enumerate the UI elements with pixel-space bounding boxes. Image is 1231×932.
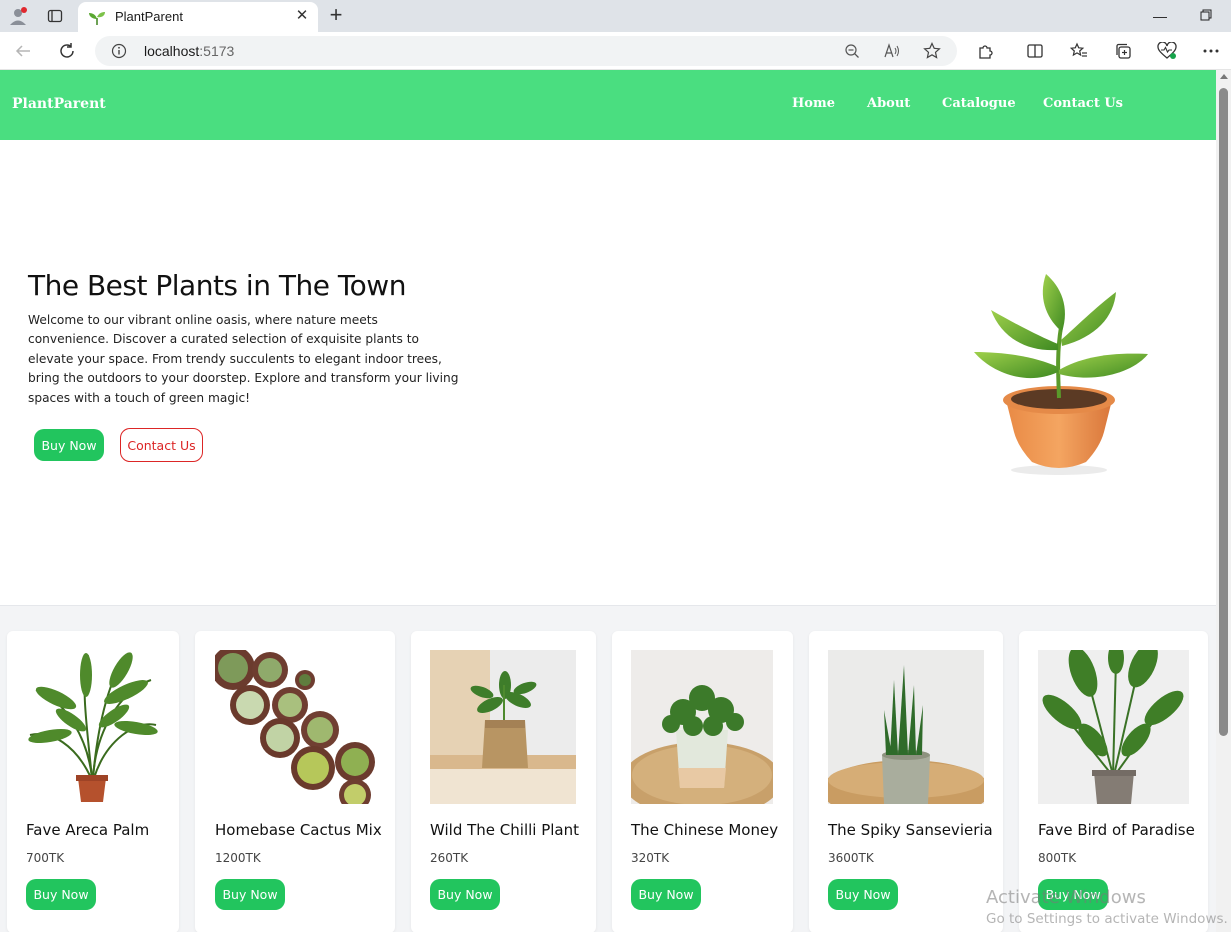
nav-link-contact[interactable]: Contact Us [1043,96,1123,111]
favorites-icon[interactable] [1068,40,1090,62]
address-bar: localhost:5173 [0,32,1231,70]
tab-title: PlantParent [115,9,183,24]
tab-actions-icon[interactable] [43,5,67,27]
collections-icon[interactable] [1112,40,1134,62]
restore-icon[interactable] [1196,6,1216,26]
product-name: Wild The Chilli Plant [430,821,580,839]
url-field[interactable]: localhost:5173 [95,36,957,66]
product-image-areca-palm [26,650,160,804]
product-price: 260TK [430,851,469,865]
product-image-chinese-money [631,650,773,804]
nav-link-catalogue[interactable]: Catalogue [942,96,1016,111]
active-tab[interactable]: PlantParent ✕ [78,2,318,32]
product-name: Homebase Cactus Mix [215,821,382,839]
back-icon[interactable] [12,40,34,62]
refresh-icon[interactable] [56,40,78,62]
product-image-cactus-mix [215,650,375,804]
product-price: 700TK [26,851,65,865]
hero-section: The Best Plants in The Town Welcome to o… [0,140,1216,605]
page-scrollbar[interactable] [1216,70,1231,932]
url-text: localhost:5173 [144,43,234,59]
product-image-bird-of-paradise [1038,650,1189,804]
product-price: 800TK [1038,851,1077,865]
new-tab-icon[interactable]: + [325,4,347,26]
product-list: Fave Areca Palm 700TK Buy Now Homebase C… [0,605,1216,932]
browser-essentials-icon[interactable] [1156,40,1178,62]
activate-windows-title: Activate Windows [986,887,1146,908]
favicon-sprout-icon [88,10,105,25]
product-card: Fave Areca Palm 700TK Buy Now [7,631,179,932]
product-card: The Chinese Money 320TK Buy Now [612,631,793,932]
favorite-star-icon[interactable] [923,42,941,60]
product-name: The Chinese Money [631,821,779,839]
more-icon[interactable] [1200,40,1222,62]
potted-plant-illustration [966,272,1156,477]
minimize-icon[interactable]: — [1150,6,1170,26]
read-aloud-icon[interactable] [883,42,901,60]
page-viewport: PlantParent Home About Catalogue Contact… [0,70,1216,932]
scroll-thumb[interactable] [1219,88,1228,736]
product-name: Fave Bird of Paradise [1038,821,1195,839]
hero-description: Welcome to our vibrant online oasis, whe… [28,313,459,405]
product-card: Homebase Cactus Mix 1200TK Buy Now [195,631,395,932]
product-buy-now-button[interactable]: Buy Now [430,879,500,910]
product-price: 320TK [631,851,670,865]
hero-contact-button[interactable]: Contact Us [120,428,203,462]
hero-title: The Best Plants in The Town [28,269,406,302]
product-card: The Spiky Sansevieria 3600TK Buy Now [809,631,1003,932]
scroll-up-arrow-icon[interactable] [1220,74,1228,79]
product-image-sansevieria [828,650,984,804]
product-buy-now-button[interactable]: Buy Now [828,879,898,910]
activate-windows-subtitle: Go to Settings to activate Windows. [986,911,1228,927]
profile-icon[interactable] [6,5,30,27]
product-card: Wild The Chilli Plant 260TK Buy Now [411,631,596,932]
product-name: The Spiky Sansevieria [828,821,993,839]
url-port: :5173 [199,43,235,59]
zoom-out-icon[interactable] [843,42,861,60]
product-buy-now-button[interactable]: Buy Now [215,879,285,910]
product-price: 3600TK [828,851,874,865]
info-icon[interactable] [111,43,127,59]
nav-link-about[interactable]: About [867,96,910,111]
product-price: 1200TK [215,851,261,865]
product-image-chilli-plant [430,650,576,804]
extensions-icon[interactable] [975,40,997,62]
product-buy-now-button[interactable]: Buy Now [631,879,701,910]
nav-link-home[interactable]: Home [792,96,835,111]
hero-buy-now-button[interactable]: Buy Now [34,429,104,461]
product-buy-now-button[interactable]: Buy Now [26,879,96,910]
url-host: localhost [144,43,200,59]
site-brand[interactable]: PlantParent [12,96,106,112]
product-name: Fave Areca Palm [26,821,150,839]
site-navbar: PlantParent Home About Catalogue Contact… [0,70,1216,140]
browser-tab-bar: PlantParent ✕ + — [0,0,1231,32]
close-icon[interactable]: ✕ [294,8,310,24]
split-screen-icon[interactable] [1024,40,1046,62]
